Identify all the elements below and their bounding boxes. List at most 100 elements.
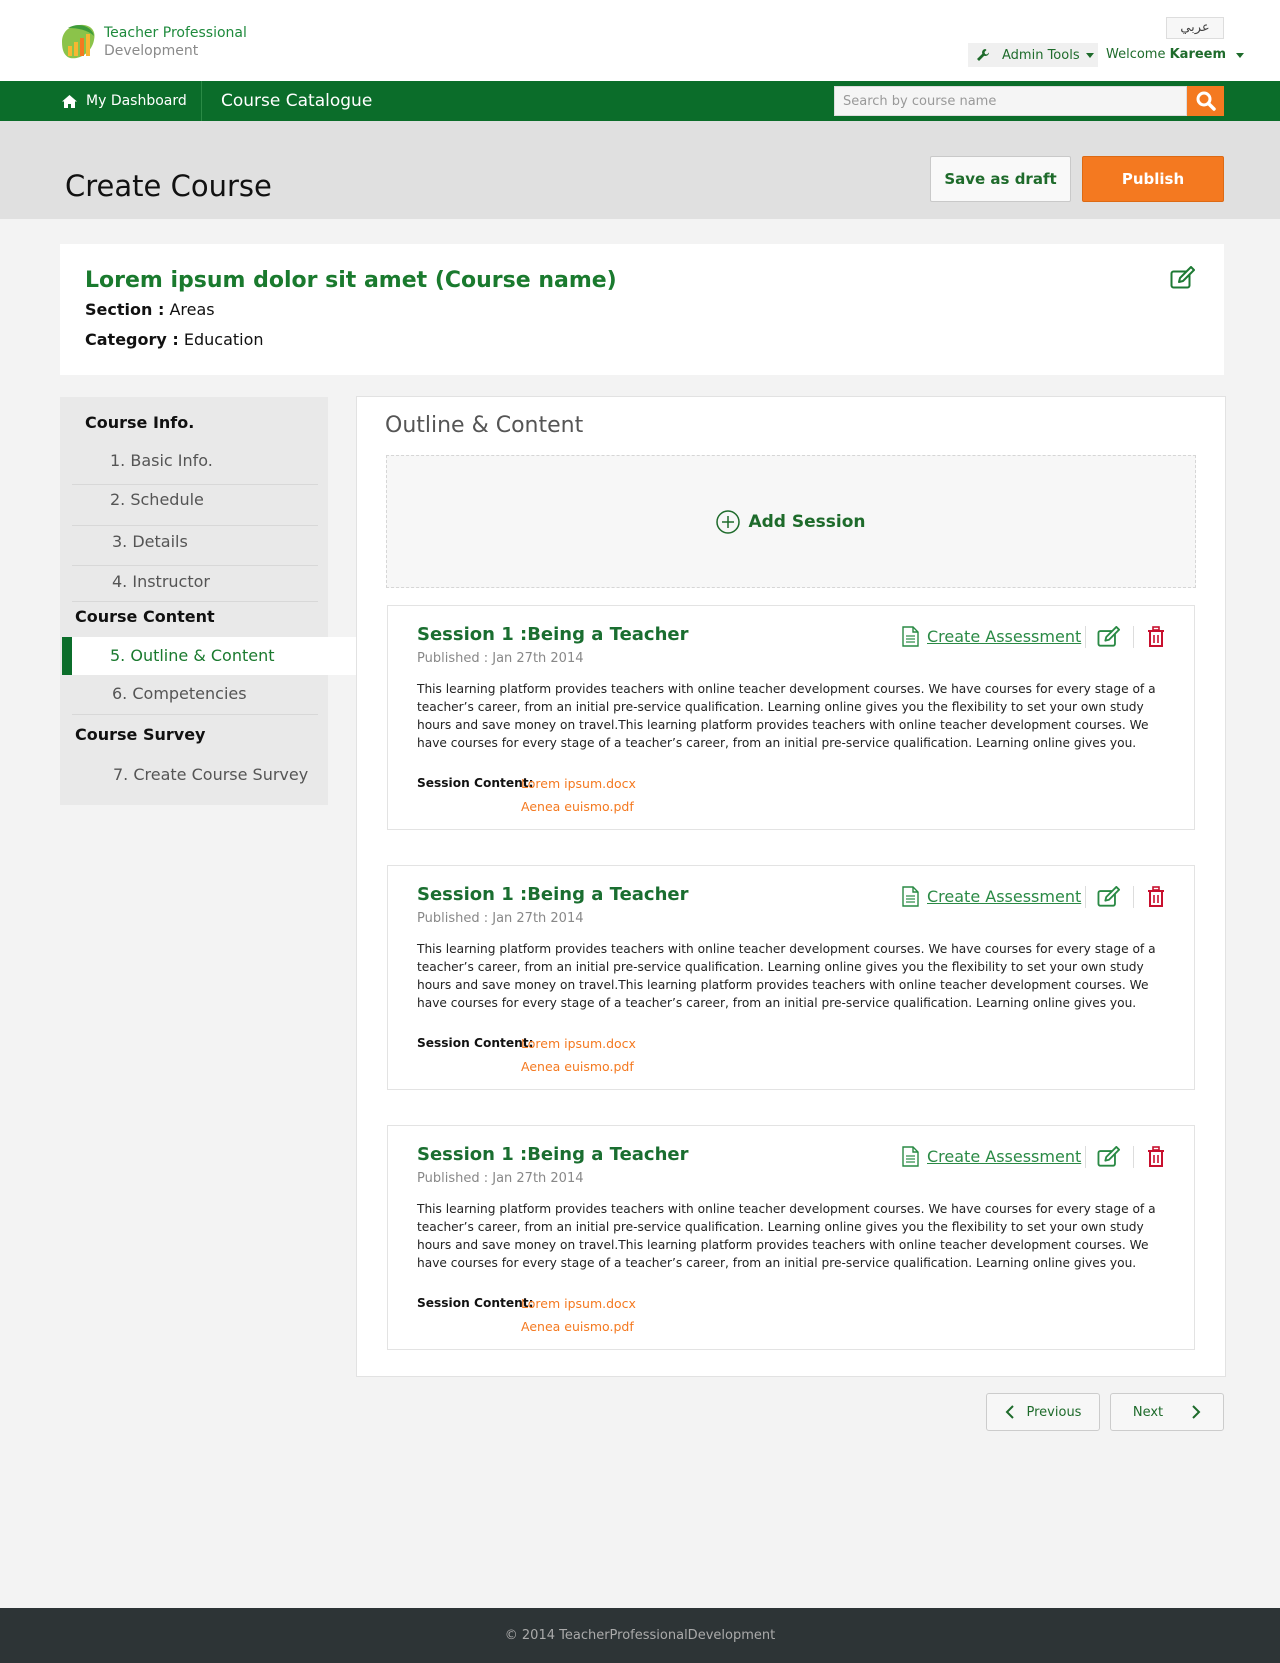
trash-icon: [1148, 1146, 1164, 1167]
create-assessment-link[interactable]: Create Assessment: [902, 626, 1081, 647]
divider: [1085, 886, 1086, 908]
chevron-right-icon: [1192, 1405, 1201, 1419]
course-category: Category : Education: [85, 330, 264, 349]
divider: [1085, 626, 1086, 648]
user-menu[interactable]: Welcome Kareem: [1106, 47, 1245, 62]
create-assessment-link[interactable]: Create Assessment: [902, 1146, 1081, 1167]
outline-content-panel: Outline & Content Add Session Session 1 …: [356, 396, 1226, 1377]
previous-button[interactable]: Previous: [986, 1393, 1100, 1431]
session-description: This learning platform provides teachers…: [417, 1202, 1156, 1270]
session-published-date: Published : Jan 27th 2014: [417, 651, 584, 666]
course-name: Lorem ipsum dolor sit amet (Course name): [85, 268, 617, 293]
session-description: This learning platform provides teachers…: [417, 942, 1156, 1010]
nav-my-dashboard[interactable]: My Dashboard: [62, 81, 202, 121]
category-label: Category :: [85, 330, 179, 349]
divider: [1085, 1146, 1086, 1168]
divider: [1133, 886, 1134, 908]
site-logo[interactable]: Teacher Professional Development: [58, 22, 247, 62]
session-title: Session 1 :Being a Teacher: [417, 884, 689, 905]
search-input[interactable]: [834, 86, 1187, 116]
session-content-label: Session Content:: [417, 776, 534, 790]
chevron-down-icon: [1085, 52, 1094, 58]
session-published-date: Published : Jan 27th 2014: [417, 911, 584, 926]
document-icon: [902, 886, 919, 907]
logo-subtitle: Development: [104, 43, 199, 59]
language-toggle-button[interactable]: عربي: [1166, 17, 1224, 39]
add-session-label: Add Session: [748, 511, 866, 532]
course-summary-card: Lorem ipsum dolor sit amet (Course name)…: [60, 244, 1224, 375]
session-card: Session 1 :Being a Teacher Published : J…: [387, 605, 1195, 830]
delete-session-button[interactable]: [1143, 624, 1169, 650]
page-footer: © 2014 TeacherProfessionalDevelopment: [0, 1608, 1280, 1663]
session-content-label: Session Content:: [417, 1036, 534, 1050]
create-assessment-label: Create Assessment: [927, 1147, 1082, 1166]
sidebar-item-basic-info[interactable]: 1. Basic Info.: [72, 447, 318, 485]
trash-icon: [1148, 626, 1164, 647]
sidebar-group-course-info: Course Info.: [85, 413, 195, 432]
top-header: Teacher Professional Development عربي Ad…: [0, 0, 1280, 81]
panel-title: Outline & Content: [385, 413, 584, 438]
edit-session-button[interactable]: [1096, 884, 1122, 910]
chevron-left-icon: [1005, 1405, 1014, 1419]
page-title: Create Course: [65, 169, 272, 203]
session-file-link[interactable]: Aenea euismo.pdf: [521, 1319, 634, 1334]
next-label: Next: [1132, 1404, 1164, 1420]
user-name: Kareem: [1169, 47, 1227, 62]
session-file-link[interactable]: Aenea euismo.pdf: [521, 1059, 634, 1074]
sidebar-item-create-survey[interactable]: 7. Create Course Survey: [72, 757, 318, 793]
section-value: Areas: [169, 300, 215, 319]
trash-icon: [1148, 886, 1164, 907]
sidebar-item-instructor[interactable]: 4. Instructor: [72, 566, 318, 602]
main-navbar: My Dashboard Course Catalogue: [0, 81, 1280, 121]
add-session-button[interactable]: Add Session: [386, 455, 1196, 588]
session-title: Session 1 :Being a Teacher: [417, 624, 689, 645]
save-draft-button[interactable]: Save as draft: [930, 156, 1071, 202]
sidebar-item-details[interactable]: 3. Details: [72, 526, 318, 566]
edit-icon: [1097, 886, 1120, 907]
delete-session-button[interactable]: [1143, 1144, 1169, 1170]
edit-icon: [1097, 1146, 1120, 1167]
next-button[interactable]: Next: [1110, 1393, 1224, 1431]
session-description: This learning platform provides teachers…: [417, 682, 1156, 750]
session-published-date: Published : Jan 27th 2014: [417, 1171, 584, 1186]
create-assessment-link[interactable]: Create Assessment: [902, 886, 1081, 907]
session-file-link[interactable]: Lorem ipsum.docx: [521, 1036, 636, 1051]
sidebar-item-schedule[interactable]: 2. Schedule: [72, 485, 318, 526]
delete-session-button[interactable]: [1143, 884, 1169, 910]
document-icon: [902, 1146, 919, 1167]
home-icon: [62, 94, 77, 108]
welcome-text: Welcome: [1106, 47, 1166, 62]
sidebar-item-outline-content[interactable]: 5. Outline & Content: [62, 637, 357, 675]
footer-copyright: © 2014 TeacherProfessionalDevelopment: [504, 1628, 776, 1643]
admin-tools-dropdown[interactable]: Admin Tools: [968, 43, 1098, 67]
edit-session-button[interactable]: [1096, 624, 1122, 650]
wrench-icon: [977, 49, 989, 61]
session-card: Session 1 :Being a Teacher Published : J…: [387, 865, 1195, 1090]
session-file-link[interactable]: Lorem ipsum.docx: [521, 1296, 636, 1311]
publish-button[interactable]: Publish: [1082, 156, 1224, 202]
course-steps-sidebar: Course Info. 1. Basic Info. 2. Schedule …: [60, 397, 357, 805]
sidebar-group-course-content: Course Content: [75, 607, 215, 626]
category-value: Education: [183, 330, 264, 349]
session-file-link[interactable]: Aenea euismo.pdf: [521, 799, 634, 814]
section-label: Section :: [85, 300, 165, 319]
session-content-label: Session Content:: [417, 1296, 534, 1310]
divider: [1133, 626, 1134, 648]
sidebar-item-competencies[interactable]: 6. Competencies: [72, 675, 318, 715]
sidebar-group-course-survey: Course Survey: [75, 725, 206, 744]
admin-tools-label: Admin Tools: [1002, 47, 1080, 63]
session-title: Session 1 :Being a Teacher: [417, 1144, 689, 1165]
search-button[interactable]: [1187, 86, 1224, 116]
document-icon: [902, 626, 919, 647]
nav-dashboard-label: My Dashboard: [86, 93, 187, 109]
session-card: Session 1 :Being a Teacher Published : J…: [387, 1125, 1195, 1350]
chevron-down-icon: [1236, 53, 1245, 58]
session-file-link[interactable]: Lorem ipsum.docx: [521, 776, 636, 791]
course-section: Section : Areas: [85, 300, 215, 319]
divider: [1133, 1146, 1134, 1168]
edit-icon[interactable]: [1170, 266, 1196, 290]
edit-session-button[interactable]: [1096, 1144, 1122, 1170]
nav-course-catalogue[interactable]: Course Catalogue: [221, 81, 372, 121]
plus-circle-icon: [716, 509, 741, 534]
search-icon: [1196, 91, 1216, 111]
